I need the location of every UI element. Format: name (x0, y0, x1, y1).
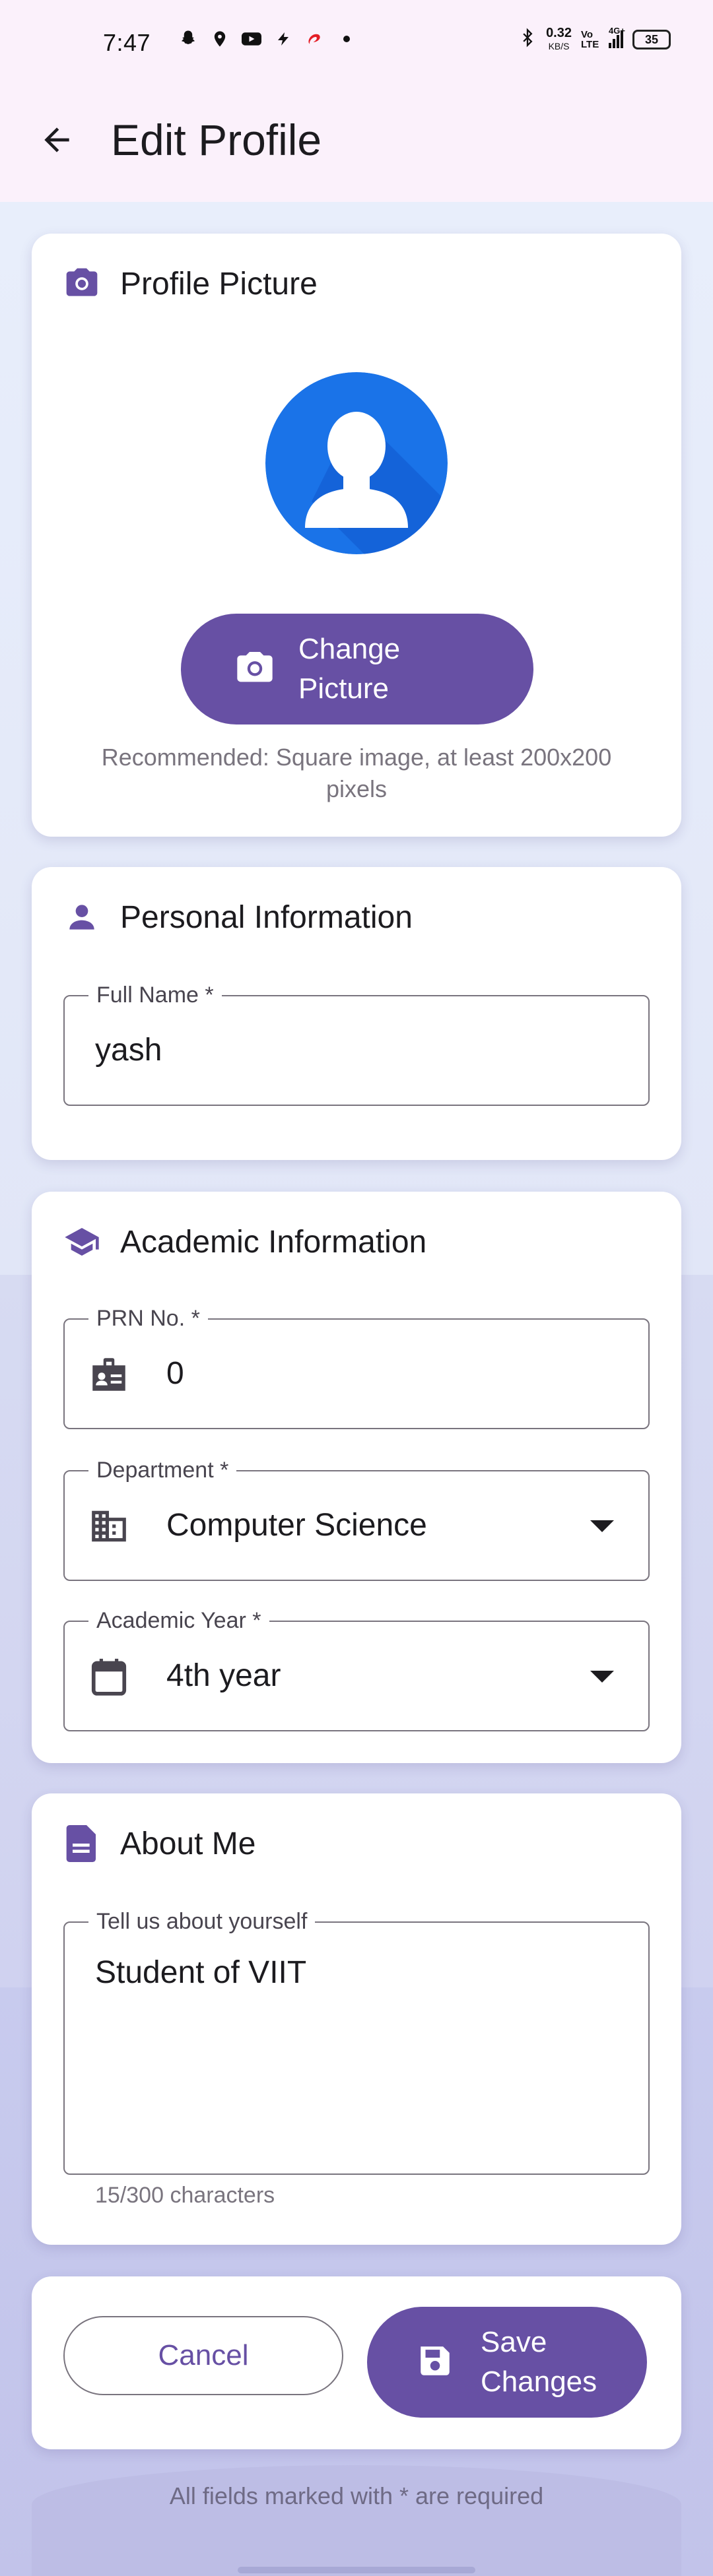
change-picture-label: Change Picture (298, 633, 401, 705)
full-name-field[interactable]: Full Name * yash (63, 981, 650, 1106)
save-changes-label: Save Changes (481, 2326, 597, 2398)
status-bar: 7:47 0.32 KB/S Vo LTE 4G+ 35 (0, 0, 713, 92)
page-title: Edit Profile (111, 115, 322, 164)
network-speed: 0.32 KB/S (546, 26, 572, 53)
prn-label: PRN No. * (88, 1304, 208, 1333)
speed-value: 0.32 (546, 26, 572, 40)
network-type: 4G+ (609, 26, 625, 36)
department-label: Department * (88, 1456, 237, 1485)
camera-icon (63, 265, 100, 302)
battery-level: 35 (644, 32, 659, 46)
card-header: About Me (63, 1825, 255, 1862)
notification-icons (178, 29, 356, 49)
chevron-down-icon (590, 1671, 614, 1683)
card-title: Personal Information (120, 899, 413, 935)
badge-icon (87, 1353, 131, 1396)
signal-icon: 4G+ (609, 26, 625, 48)
academic-year-dropdown[interactable]: Academic Year * 4th year (63, 1606, 650, 1731)
prn-field[interactable]: PRN No. * 0 (63, 1304, 650, 1429)
school-icon (63, 1223, 100, 1260)
calendar-icon (87, 1655, 131, 1698)
snapchat-icon (178, 29, 198, 49)
volte-label: Vo LTE (581, 29, 599, 50)
personal-information-card: Personal Information Full Name * yash (32, 867, 681, 1160)
status-indicators: 0.32 KB/S Vo LTE 4G+ 35 (518, 26, 671, 53)
full-name-value: yash (95, 1033, 162, 1068)
camera-icon (234, 647, 276, 692)
picture-hint: Recommended: Square image, at least 200x… (101, 744, 612, 802)
change-picture-button[interactable]: Change Picture (181, 614, 533, 724)
full-name-label: Full Name * (88, 981, 222, 1010)
required-fields-note: All fields marked with * are required (169, 2482, 544, 2509)
prn-value: 0 (166, 1356, 184, 1391)
bio-value: Student of VIIT (95, 1955, 307, 1990)
cancel-label: Cancel (158, 2339, 249, 2371)
speed-unit: KB/S (548, 41, 570, 51)
bolt-icon (273, 29, 293, 49)
card-title: Academic Information (120, 1224, 427, 1260)
card-title: About Me (120, 1826, 256, 1861)
department-value: Computer Science (166, 1508, 427, 1543)
character-counter: 15/300 characters (95, 2183, 275, 2208)
arrow-back-icon (38, 121, 75, 162)
card-title: Profile Picture (120, 266, 318, 302)
home-indicator[interactable] (238, 2567, 475, 2573)
person-icon (63, 899, 100, 936)
back-button[interactable] (33, 117, 81, 165)
app-bar: Edit Profile (0, 92, 713, 202)
youtube-icon (242, 29, 261, 49)
building-icon (87, 1504, 131, 1548)
document-icon (63, 1825, 100, 1862)
cancel-button[interactable]: Cancel (63, 2316, 343, 2395)
airtel-icon (305, 29, 325, 49)
card-header: Profile Picture (63, 265, 318, 302)
status-time: 7:47 (103, 29, 151, 56)
card-header: Academic Information (63, 1223, 426, 1260)
bio-label: Tell us about yourself (88, 1907, 316, 1936)
bio-textarea[interactable]: Tell us about yourself Student of VIIT (63, 1907, 650, 2175)
avatar[interactable] (265, 372, 448, 554)
academic-information-card: Academic Information PRN No. * 0 Departm… (32, 1192, 681, 1763)
bluetooth-icon (518, 28, 537, 51)
actions-card: Cancel Save Changes (32, 2276, 681, 2449)
battery-icon: 35 (632, 30, 671, 49)
map-pin-icon (210, 29, 230, 49)
save-icon (416, 2342, 454, 2383)
more-notifications-dot (337, 29, 356, 49)
academic-year-label: Academic Year * (88, 1606, 269, 1635)
chevron-down-icon (590, 1520, 614, 1532)
department-dropdown[interactable]: Department * Computer Science (63, 1456, 650, 1581)
about-me-card: About Me Tell us about yourself Student … (32, 1793, 681, 2245)
card-header: Personal Information (63, 899, 413, 936)
profile-picture-card: Profile Picture Change Picture Recommend… (32, 234, 681, 837)
academic-year-value: 4th year (166, 1658, 281, 1693)
save-changes-button[interactable]: Save Changes (367, 2307, 647, 2418)
